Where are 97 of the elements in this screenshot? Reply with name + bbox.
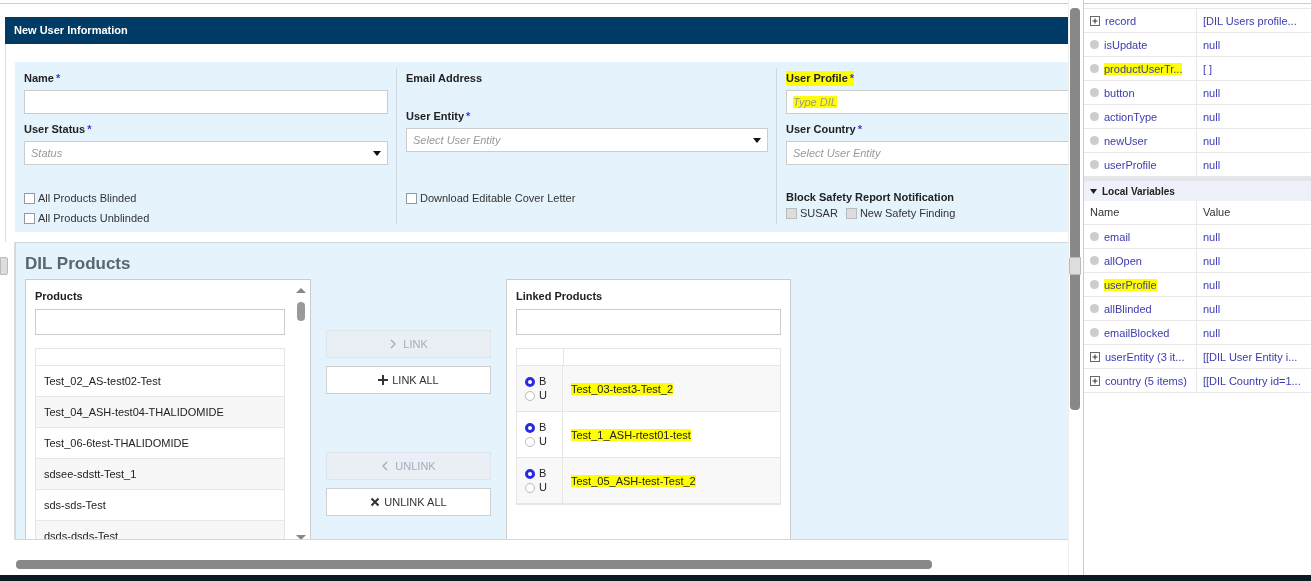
variable-name[interactable]: userEntity (3 it... — [1105, 350, 1185, 363]
section-header[interactable]: Local Variables — [1084, 177, 1311, 201]
search-field[interactable] — [516, 309, 781, 335]
field-label: User Status * — [24, 122, 92, 137]
variable-name[interactable]: allOpen — [1104, 254, 1142, 267]
checkbox[interactable] — [406, 192, 417, 204]
scroll-up-icon — [295, 286, 307, 294]
radio-label: B — [539, 375, 547, 388]
dot-icon — [1090, 136, 1099, 145]
list-title: Products — [35, 289, 83, 303]
variable-value: null — [1203, 38, 1221, 51]
list-item[interactable]: Test_04_ASH-test04-THALIDOMIDE — [36, 397, 284, 428]
variable-name[interactable]: actionType — [1104, 110, 1158, 123]
radio-button[interactable] — [525, 376, 535, 387]
caret-icon — [373, 150, 381, 156]
variable-value: null — [1203, 158, 1221, 171]
variable-name[interactable]: email — [1104, 230, 1131, 243]
dot-icon — [1090, 328, 1099, 337]
caret-icon — [1090, 188, 1097, 194]
variable-value: [ ] — [1203, 62, 1213, 75]
close-icon — [370, 497, 381, 507]
radio-button[interactable] — [525, 468, 535, 479]
radio-label: U — [539, 435, 547, 448]
dot-icon — [1090, 232, 1099, 241]
variable-value: null — [1203, 86, 1221, 99]
radio-label: U — [539, 389, 547, 402]
dot-icon — [1090, 256, 1099, 265]
variable-name[interactable]: productUserTr... — [1104, 62, 1183, 75]
search-field[interactable] — [35, 309, 285, 335]
variable-value: null — [1203, 134, 1221, 147]
radio-button[interactable] — [525, 436, 535, 447]
field-label: Name * — [24, 71, 61, 86]
field-label: User Profile * — [786, 71, 855, 86]
action-button[interactable]: LINK ALL — [326, 366, 491, 394]
expand-icon — [1090, 15, 1100, 26]
expand-icon — [1090, 375, 1100, 386]
checkbox-label: SUSAR — [800, 207, 838, 219]
variable-name[interactable]: newUser — [1104, 134, 1148, 147]
column-header: Value — [1202, 206, 1231, 218]
checkbox-label: Download Editable Cover Letter — [420, 192, 576, 204]
plus-icon — [378, 375, 389, 385]
list-title: Linked Products — [516, 289, 603, 303]
variable-name[interactable]: userProfile — [1104, 158, 1157, 171]
dot-icon — [1090, 280, 1099, 289]
section-title: DIL Products — [25, 253, 131, 275]
expand-icon — [1090, 351, 1100, 362]
checkbox-label: All Products Blinded — [38, 192, 137, 204]
collapse-handle[interactable] — [0, 257, 8, 275]
variable-name[interactable]: country (5 items) — [1105, 374, 1187, 387]
variable-name[interactable]: userProfile — [1104, 278, 1157, 291]
radio-label: U — [539, 481, 547, 494]
variable-value: null — [1203, 278, 1221, 291]
variable-value: null — [1203, 326, 1221, 339]
panel-title: New User Information — [5, 17, 1068, 44]
radio-label: B — [539, 421, 547, 434]
scrollbar-thumb[interactable] — [1070, 8, 1080, 410]
field-label: Email Address — [406, 71, 482, 86]
checkbox-label: New Safety Finding — [859, 207, 956, 219]
product-name: Test_1_ASH-rtest01-test — [571, 428, 691, 441]
variable-value: [DIL Users profile... — [1203, 14, 1297, 27]
dot-icon — [1090, 304, 1099, 313]
checkbox-label: All Products Unblinded — [38, 212, 150, 224]
variable-name[interactable]: emailBlocked — [1104, 326, 1170, 339]
variable-value: [[DIL User Entity i... — [1203, 350, 1298, 363]
variable-value: [[DIL Country id=1... — [1203, 374, 1301, 387]
radio-button[interactable] — [525, 390, 535, 401]
variable-value: null — [1203, 230, 1221, 243]
variable-name[interactable]: isUpdate — [1104, 38, 1148, 51]
scrollbar-thumb[interactable] — [297, 302, 305, 321]
checkbox[interactable] — [24, 192, 35, 204]
list-item[interactable]: sdsee-sdstt-Test_1 — [36, 459, 284, 490]
caret-icon — [753, 137, 761, 143]
column-header: Name — [1089, 206, 1120, 218]
field-label: User Country * — [786, 122, 862, 137]
group-label: Block Safety Report Notification — [786, 191, 955, 203]
variable-value: null — [1203, 110, 1221, 123]
collapse-handle[interactable] — [1069, 257, 1081, 275]
dot-icon — [1090, 112, 1099, 121]
radio-label: B — [539, 467, 547, 480]
field-label: User Entity * — [406, 109, 471, 124]
radio-button[interactable] — [525, 422, 535, 433]
dot-icon — [1090, 64, 1099, 73]
input-field[interactable] — [24, 90, 388, 114]
variable-value: null — [1203, 254, 1221, 267]
dot-icon — [1090, 40, 1099, 49]
variable-name[interactable]: allBlinded — [1104, 302, 1152, 315]
radio-button[interactable] — [525, 482, 535, 493]
dot-icon — [1090, 88, 1099, 97]
action-button[interactable]: UNLINK ALL — [326, 488, 491, 516]
variable-name[interactable]: record — [1105, 14, 1137, 27]
product-name: Test_03-test3-Test_2 — [571, 382, 674, 395]
scrollbar-thumb[interactable] — [16, 560, 932, 569]
checkbox[interactable] — [24, 212, 35, 224]
variable-name[interactable]: button — [1104, 86, 1135, 99]
variable-value: null — [1203, 302, 1221, 315]
dot-icon — [1090, 160, 1099, 169]
product-name: Test_05_ASH-test-Test_2 — [571, 474, 696, 487]
